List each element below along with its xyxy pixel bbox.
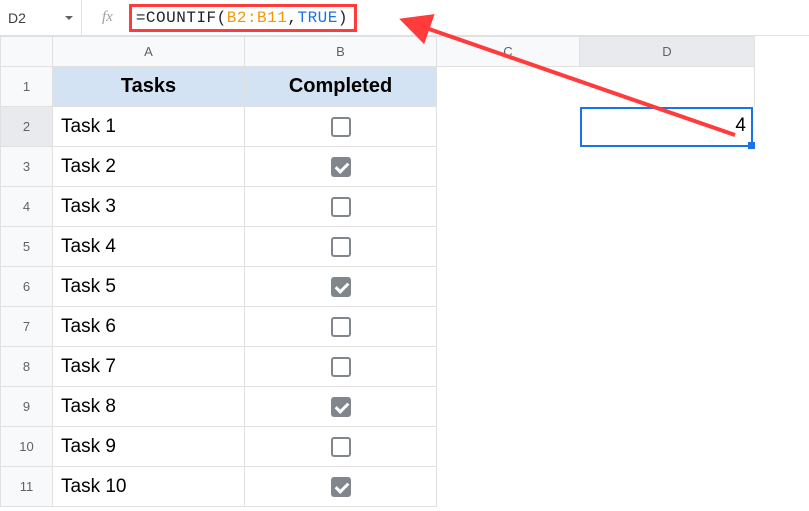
checkbox-cell[interactable] bbox=[245, 227, 437, 267]
name-box[interactable]: D2 bbox=[0, 0, 82, 35]
column-header-row: A B C D bbox=[1, 37, 755, 67]
row-header[interactable]: 4 bbox=[1, 187, 53, 227]
cell[interactable] bbox=[437, 427, 580, 467]
checkbox-unchecked-icon[interactable] bbox=[331, 357, 351, 377]
row-header[interactable]: 2 bbox=[1, 107, 53, 147]
cell[interactable] bbox=[580, 427, 755, 467]
header-tasks[interactable]: Tasks bbox=[53, 67, 245, 107]
table-row: 4Task 3 bbox=[1, 187, 755, 227]
formula-token-range: B2:B11 bbox=[227, 9, 288, 27]
cell-D2-value[interactable]: 4 bbox=[580, 115, 746, 137]
cell[interactable] bbox=[580, 67, 755, 107]
checkbox-unchecked-icon[interactable] bbox=[331, 317, 351, 337]
checkbox-unchecked-icon[interactable] bbox=[331, 237, 351, 257]
checkbox-unchecked-icon[interactable] bbox=[331, 197, 351, 217]
task-cell[interactable]: Task 1 bbox=[53, 107, 245, 147]
column-header-C[interactable]: C bbox=[437, 37, 580, 67]
checkbox-unchecked-icon[interactable] bbox=[331, 117, 351, 137]
cell[interactable] bbox=[580, 267, 755, 307]
cell[interactable] bbox=[580, 307, 755, 347]
formula-input[interactable]: =COUNTIF( B2:B11 , TRUE ) bbox=[129, 4, 357, 32]
table-row: 6Task 5 bbox=[1, 267, 755, 307]
cell[interactable] bbox=[437, 347, 580, 387]
cell[interactable] bbox=[437, 187, 580, 227]
table-row: 1 Tasks Completed bbox=[1, 67, 755, 107]
task-cell[interactable]: Task 7 bbox=[53, 347, 245, 387]
checkbox-cell[interactable] bbox=[245, 147, 437, 187]
cell-reference: D2 bbox=[8, 10, 26, 26]
cell[interactable] bbox=[437, 307, 580, 347]
checkbox-unchecked-icon[interactable] bbox=[331, 437, 351, 457]
task-cell[interactable]: Task 9 bbox=[53, 427, 245, 467]
spreadsheet-grid[interactable]: A B C D 1 Tasks Completed 2Task 13Task 2… bbox=[0, 36, 809, 507]
cell[interactable] bbox=[580, 187, 755, 227]
row-header[interactable]: 1 bbox=[1, 67, 53, 107]
column-header-B[interactable]: B bbox=[245, 37, 437, 67]
checkbox-checked-icon[interactable] bbox=[331, 397, 351, 417]
cell[interactable] bbox=[437, 387, 580, 427]
fx-icon: fx bbox=[82, 9, 129, 26]
table-row: 11Task 10 bbox=[1, 467, 755, 507]
table-row: 8Task 7 bbox=[1, 347, 755, 387]
checkbox-checked-icon[interactable] bbox=[331, 157, 351, 177]
cell[interactable] bbox=[580, 387, 755, 427]
checkbox-cell[interactable] bbox=[245, 107, 437, 147]
checkbox-cell[interactable] bbox=[245, 307, 437, 347]
task-cell[interactable]: Task 4 bbox=[53, 227, 245, 267]
task-cell[interactable]: Task 5 bbox=[53, 267, 245, 307]
task-cell[interactable]: Task 3 bbox=[53, 187, 245, 227]
cell[interactable] bbox=[580, 347, 755, 387]
header-completed[interactable]: Completed bbox=[245, 67, 437, 107]
task-cell[interactable]: Task 8 bbox=[53, 387, 245, 427]
checkbox-cell[interactable] bbox=[245, 387, 437, 427]
formula-token: , bbox=[287, 9, 297, 27]
task-cell[interactable]: Task 10 bbox=[53, 467, 245, 507]
checkbox-cell[interactable] bbox=[245, 467, 437, 507]
row-header[interactable]: 9 bbox=[1, 387, 53, 427]
formula-token-bool: TRUE bbox=[297, 9, 337, 27]
row-header[interactable]: 11 bbox=[1, 467, 53, 507]
cell[interactable] bbox=[437, 67, 580, 107]
row-header[interactable]: 3 bbox=[1, 147, 53, 187]
checkbox-cell[interactable] bbox=[245, 187, 437, 227]
cell[interactable] bbox=[580, 467, 755, 507]
checkbox-checked-icon[interactable] bbox=[331, 477, 351, 497]
chevron-down-icon[interactable] bbox=[65, 16, 73, 20]
checkbox-cell[interactable] bbox=[245, 347, 437, 387]
formula-token: =COUNTIF( bbox=[136, 9, 227, 27]
row-header[interactable]: 8 bbox=[1, 347, 53, 387]
cell[interactable] bbox=[437, 267, 580, 307]
cell[interactable] bbox=[437, 147, 580, 187]
task-cell[interactable]: Task 6 bbox=[53, 307, 245, 347]
checkbox-cell[interactable] bbox=[245, 267, 437, 307]
cell[interactable] bbox=[437, 107, 580, 147]
checkbox-cell[interactable] bbox=[245, 427, 437, 467]
formula-token: ) bbox=[338, 9, 348, 27]
row-header[interactable]: 5 bbox=[1, 227, 53, 267]
cell[interactable] bbox=[437, 227, 580, 267]
cell[interactable] bbox=[437, 467, 580, 507]
select-all-corner[interactable] bbox=[1, 37, 53, 67]
row-header[interactable]: 6 bbox=[1, 267, 53, 307]
cell[interactable] bbox=[580, 227, 755, 267]
row-header[interactable]: 7 bbox=[1, 307, 53, 347]
formula-bar: D2 fx =COUNTIF( B2:B11 , TRUE ) bbox=[0, 0, 809, 36]
task-cell[interactable]: Task 2 bbox=[53, 147, 245, 187]
formula-annotation-highlight: =COUNTIF( B2:B11 , TRUE ) bbox=[129, 4, 357, 32]
column-header-D[interactable]: D bbox=[580, 37, 755, 67]
table-row: 10Task 9 bbox=[1, 427, 755, 467]
table-row: 3Task 2 bbox=[1, 147, 755, 187]
checkbox-checked-icon[interactable] bbox=[331, 277, 351, 297]
table-row: 7Task 6 bbox=[1, 307, 755, 347]
table-row: 5Task 4 bbox=[1, 227, 755, 267]
table-row: 9Task 8 bbox=[1, 387, 755, 427]
cell[interactable] bbox=[580, 147, 755, 187]
column-header-A[interactable]: A bbox=[53, 37, 245, 67]
row-header[interactable]: 10 bbox=[1, 427, 53, 467]
